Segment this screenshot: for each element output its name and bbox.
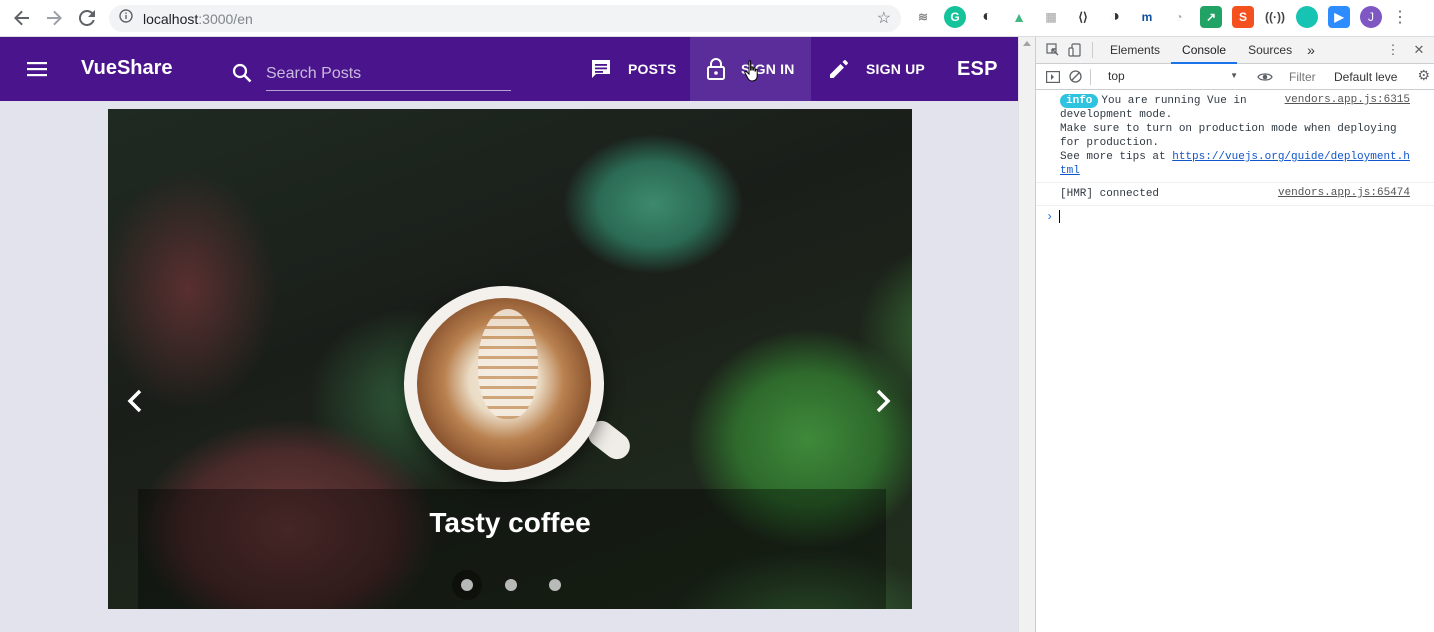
sidebar-toggle-icon[interactable] <box>1042 66 1064 88</box>
posts-label: POSTS <box>628 61 677 77</box>
extension-code-icon[interactable]: ⟨⟩ <box>1072 6 1094 28</box>
log-levels-dropdown[interactable]: Default leve <box>1334 70 1397 84</box>
prompt-chevron-icon: › <box>1046 210 1054 224</box>
log-line: You are running Vue in <box>1101 95 1247 107</box>
hamburger-menu-icon[interactable] <box>22 57 52 81</box>
extension-sheets-icon[interactable]: ↗ <box>1200 6 1222 28</box>
site-info-icon[interactable] <box>119 9 133 28</box>
dropdown-caret-icon: ▼ <box>1230 71 1238 80</box>
console-filter-input[interactable] <box>1289 68 1327 86</box>
extension-wave-icon[interactable]: ≋ <box>912 6 934 28</box>
image-carousel: Tasty coffee <box>108 109 912 609</box>
console-log-entry: [HMR] connected vendors.app.js:65474 <box>1036 183 1434 206</box>
extension-radio-icon[interactable]: ((·)) <box>1264 6 1286 28</box>
device-toolbar-icon[interactable] <box>1064 39 1086 61</box>
carousel-dot-3[interactable] <box>540 570 570 600</box>
devtools-panel: Elements Console Sources » ⋮ ✕ top ▼ Def… <box>1035 37 1434 632</box>
grammarly-icon[interactable]: G <box>944 6 966 28</box>
app-toolbar: VueShare POSTS SIGN IN SIGN UP ESP <box>0 37 1018 101</box>
forward-icon[interactable] <box>38 2 70 34</box>
log-line: Make sure to turn on production mode whe… <box>1060 123 1397 135</box>
extension-moon-icon[interactable]: ◑ <box>1104 6 1126 28</box>
log-line: [HMR] connected <box>1060 188 1160 200</box>
extension-grid-icon[interactable]: ▦ <box>1040 6 1062 28</box>
extension-teal-icon[interactable] <box>1296 6 1318 28</box>
chevron-right-icon <box>876 389 891 413</box>
pencil-icon <box>830 60 848 78</box>
search-posts-input[interactable] <box>266 59 511 91</box>
deployment-guide-link-continued[interactable]: tml <box>1060 165 1080 177</box>
text-caret <box>1059 210 1061 224</box>
carousel-next-button[interactable] <box>868 386 898 416</box>
context-value: top <box>1108 69 1125 83</box>
sign-up-label: SIGN UP <box>866 61 925 77</box>
bookmark-star-icon[interactable]: ☆ <box>877 8 891 28</box>
latte-art <box>478 309 538 419</box>
page-scrollbar[interactable] <box>1018 37 1035 632</box>
log-line: See more tips at <box>1060 151 1173 163</box>
live-expression-eye-icon[interactable] <box>1254 66 1276 88</box>
browser-menu-icon[interactable]: ⋮ <box>1392 7 1408 27</box>
slide-caption: Tasty coffee <box>429 507 591 538</box>
chat-icon <box>592 60 610 78</box>
devtools-tab-bar: Elements Console Sources » ⋮ ✕ <box>1036 37 1434 64</box>
tab-console[interactable]: Console <box>1171 37 1238 64</box>
carousel-indicators <box>452 570 570 600</box>
posts-nav-button[interactable]: POSTS <box>590 37 676 101</box>
close-devtools-icon[interactable]: ✕ <box>1408 39 1430 61</box>
tab-sources[interactable]: Sources <box>1237 37 1303 64</box>
tab-elements[interactable]: Elements <box>1099 37 1171 64</box>
carousel-dot-2[interactable] <box>496 570 526 600</box>
language-toggle-button[interactable]: ESP <box>957 37 998 101</box>
clear-console-icon[interactable] <box>1064 66 1086 88</box>
profile-avatar[interactable]: J <box>1360 6 1382 28</box>
extension-s-icon[interactable]: S <box>1232 6 1254 28</box>
devtools-menu-icon[interactable]: ⋮ <box>1382 39 1404 61</box>
vue-devtools-icon[interactable]: ▲ <box>1008 6 1030 28</box>
back-icon[interactable] <box>6 2 38 34</box>
address-bar[interactable]: localhost:3000/en ☆ <box>109 5 901 32</box>
chevron-left-icon <box>127 389 142 413</box>
console-toolbar: top ▼ Default leve ⚙ <box>1036 64 1434 90</box>
carousel-prev-button[interactable] <box>120 386 150 416</box>
log-line: development mode. <box>1060 109 1173 121</box>
extension-circle-icon[interactable]: ◐ <box>976 6 998 28</box>
extension-m-icon[interactable]: m <box>1136 6 1158 28</box>
hand-cursor-icon <box>744 59 762 88</box>
info-badge: info <box>1060 94 1099 108</box>
extensions-bar: ≋ G ◐ ▲ ▦ ⟨⟩ ◑ m ◔ ↗ S ((·)) ▶ J ⋮ <box>912 6 1408 28</box>
url-text: localhost:3000/en <box>143 10 253 27</box>
more-tabs-button[interactable]: » <box>1303 37 1319 64</box>
context-selector[interactable]: top ▼ <box>1108 69 1238 83</box>
inspect-element-icon[interactable] <box>1042 39 1064 61</box>
search-icon <box>232 63 252 88</box>
deployment-guide-link[interactable]: https://vuejs.org/guide/deployment.h <box>1172 151 1410 163</box>
extension-timer-icon[interactable]: ◔ <box>1168 6 1190 28</box>
app-brand[interactable]: VueShare <box>81 57 173 80</box>
lock-icon <box>707 58 725 80</box>
browser-toolbar: localhost:3000/en ☆ ≋ G ◐ ▲ ▦ ⟨⟩ ◑ m ◔ ↗… <box>0 0 1434 37</box>
console-log-entry: info You are running Vue in development m… <box>1036 90 1434 183</box>
scroll-up-arrow-icon[interactable] <box>1023 41 1031 46</box>
reload-icon[interactable] <box>71 2 103 34</box>
sign-up-nav-button[interactable]: SIGN UP <box>828 37 925 101</box>
carousel-dot-1[interactable] <box>452 570 482 600</box>
app-viewport: VueShare POSTS SIGN IN SIGN UP ESP <box>0 37 1018 632</box>
log-source-link[interactable]: vendors.app.js:6315 <box>1285 93 1410 107</box>
console-settings-gear-icon[interactable]: ⚙ <box>1417 67 1430 84</box>
log-line: for production. <box>1060 137 1160 149</box>
console-prompt[interactable]: › <box>1036 206 1434 228</box>
log-source-link[interactable]: vendors.app.js:65474 <box>1278 186 1410 200</box>
zoom-extension-icon[interactable]: ▶ <box>1328 6 1350 28</box>
